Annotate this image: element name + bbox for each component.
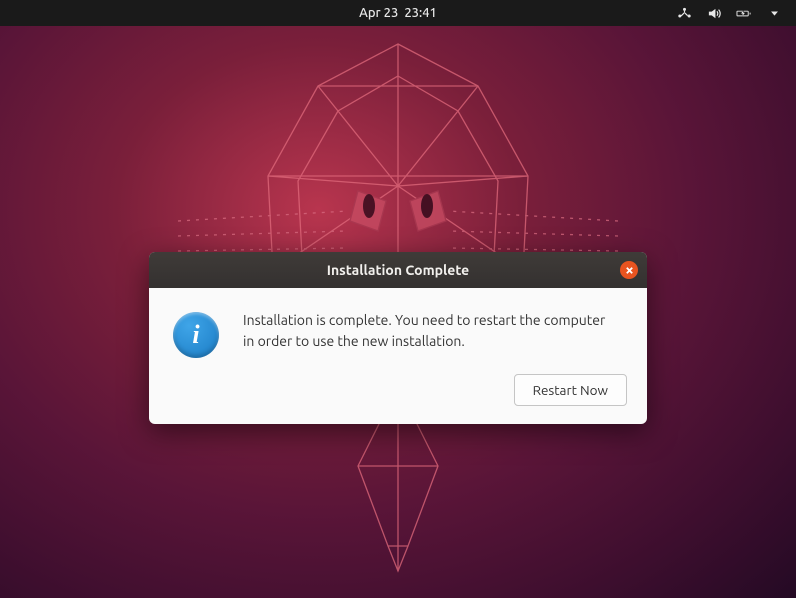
close-button[interactable]: [620, 261, 638, 279]
dialog-body: i Installation is complete. You need to …: [149, 288, 647, 374]
installation-complete-dialog: Installation Complete i Installation is …: [149, 252, 647, 424]
close-icon: [625, 266, 634, 275]
restart-now-button[interactable]: Restart Now: [514, 374, 627, 406]
date-label: Apr 23: [359, 6, 398, 20]
network-icon[interactable]: [676, 5, 692, 21]
clock[interactable]: Apr 23 23:41: [359, 6, 437, 20]
dialog-message: Installation is complete. You need to re…: [243, 310, 623, 352]
dialog-titlebar[interactable]: Installation Complete: [149, 252, 647, 288]
chevron-down-icon[interactable]: [766, 5, 782, 21]
dialog-title: Installation Complete: [327, 262, 469, 278]
system-tray: [676, 5, 796, 21]
time-label: 23:41: [404, 6, 437, 20]
dialog-actions: Restart Now: [149, 374, 647, 424]
info-icon: i: [173, 312, 219, 358]
top-menubar: Apr 23 23:41: [0, 0, 796, 26]
battery-icon[interactable]: [736, 5, 752, 21]
volume-icon[interactable]: [706, 5, 722, 21]
